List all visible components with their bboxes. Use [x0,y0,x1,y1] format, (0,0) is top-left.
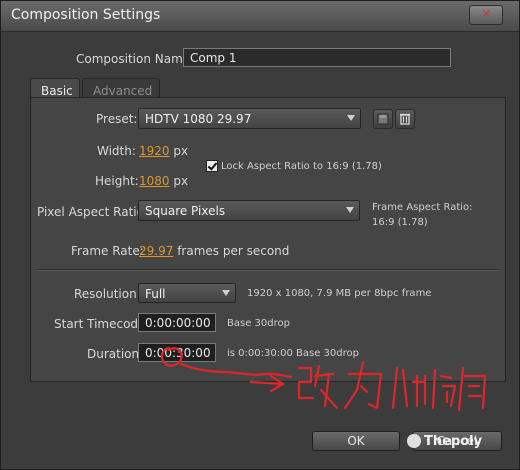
resolution-value: Full [145,287,166,301]
height-value[interactable]: 1080 [139,174,170,188]
frame-rate-field[interactable]: 29.97 frames per second [139,244,289,258]
pixel-aspect-value: Square Pixels [145,204,226,218]
save-preset-button[interactable] [373,109,393,129]
trash-icon [400,113,410,125]
width-field[interactable]: 1920 px [139,144,188,158]
divider [37,269,499,271]
dropdown-arrow-icon [346,207,354,213]
width-label: Width: [97,144,136,158]
delete-preset-button[interactable] [395,109,415,129]
save-preset-icon [377,113,389,125]
start-timecode-note: Base 30drop [227,318,290,329]
width-value[interactable]: 1920 [139,144,170,158]
dropdown-arrow-icon [347,115,355,121]
height-unit: px [173,174,189,188]
frame-aspect-value: 16:9 (1.78) [372,217,428,228]
close-icon: ✕ [481,7,492,22]
height-label: Height: [95,174,139,188]
title-bar: Composition Settings ✕ [1,1,519,32]
preset-label: Preset: [96,112,138,126]
resolution-select[interactable]: Full [138,283,236,303]
tab-advanced[interactable]: Advanced [82,78,160,98]
comp-name-label: Composition Name: [76,52,195,66]
frame-rate-unit: frames per second [177,244,290,258]
dropdown-arrow-icon [222,290,230,296]
preset-value: HDTV 1080 29.97 [145,112,252,126]
basic-panel [30,97,506,382]
resolution-label: Resolution: [74,287,141,301]
resolution-info: 1920 x 1080, 7.9 MB per 8bpc frame [247,288,432,299]
tab-basic[interactable]: Basic [30,78,80,98]
comp-name-input[interactable]: Comp 1 [183,48,451,67]
pixel-aspect-label: Pixel Aspect Ratio: [37,205,148,219]
wechat-icon [407,434,421,448]
lock-aspect-label: Lock Aspect Ratio to 16:9 (1.78) [221,161,382,172]
pixel-aspect-select[interactable]: Square Pixels [138,200,360,221]
close-button[interactable]: ✕ [469,5,503,25]
start-timecode-label: Start Timecode: [54,317,150,331]
frame-rate-value[interactable]: 29.97 [139,244,173,258]
frame-rate-label: Frame Rate: [71,244,144,258]
lock-aspect-checkbox[interactable] [206,160,218,172]
width-unit: px [173,144,189,158]
start-timecode-input[interactable]: 0:00:00:00 [138,313,216,332]
height-field[interactable]: 1080 px [139,174,188,188]
composition-settings-dialog: Composition Settings ✕ Composition Name:… [0,0,520,470]
frame-aspect-label: Frame Aspect Ratio: [372,202,473,213]
ok-button[interactable]: OK [312,431,400,451]
window-title: Composition Settings [11,7,161,23]
watermark: Thepoly [424,434,483,449]
preset-select[interactable]: HDTV 1080 29.97 [138,108,361,129]
duration-input[interactable]: 0:00:30:00 [138,343,216,362]
duration-label: Duration: [87,347,144,361]
duration-note: is 0:00:30:00 Base 30drop [227,348,359,359]
